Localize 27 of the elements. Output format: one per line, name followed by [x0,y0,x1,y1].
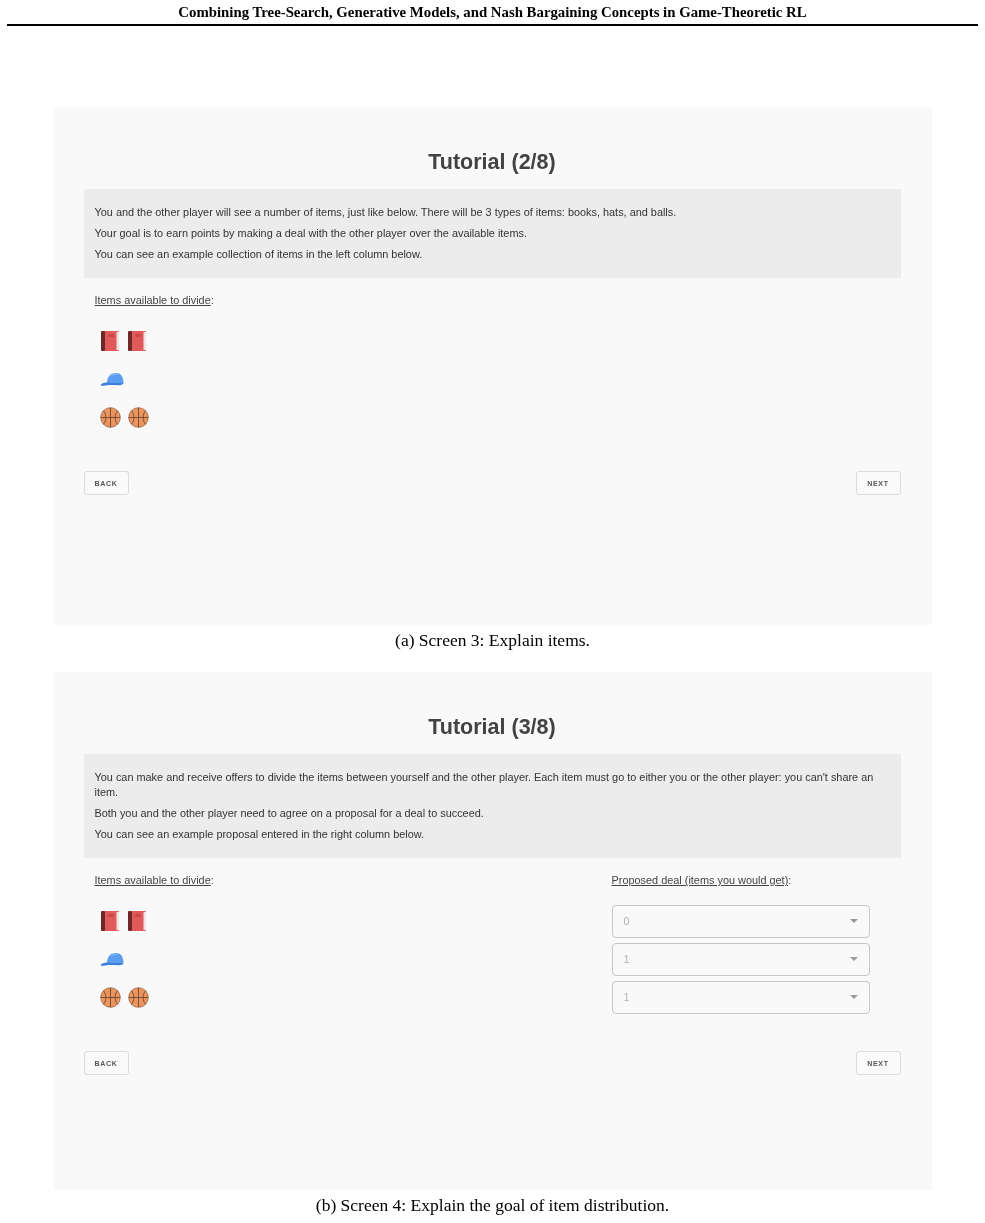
caret-icon [849,995,858,999]
basketball-icon [99,406,121,428]
basketball-icon [127,986,149,1008]
instruction-text: You can see an example proposal entered in the right column below. [94,827,426,842]
instruction-text: You can make and receive offers to divide the items between yourself and the other player. Each item must go to either you or the other player: you can't share an item. [94,770,875,800]
basketball-icon [127,406,149,428]
cap-icon [99,371,124,387]
instruction-text: You and the other player will see a number of items, just like below. There will be 3 types of items: books, hats, and balls. [94,205,678,220]
proposal-label: Proposed deal (items you would get): [611,873,792,888]
figure-caption: (b) Screen 4: Explain the goal of item distribution. [315,1195,670,1215]
screen-title: Tutorial (2/8) [428,150,556,174]
figure-caption: (a) Screen 3: Explain items. [395,630,590,650]
book-icon [126,330,147,352]
instruction-text: Both you and the other player need to agree on a proposal for a deal to succeed. [94,806,485,821]
items-label: Items available to divide: [94,293,214,308]
basketball-icon [99,986,121,1008]
paper-header-title: Combining Tree-Search, Generative Models, and Nash Bargaining Concepts in Game-Theoretic RL [178,4,807,21]
cap-icon [99,951,124,967]
instruction-text: You can see an example collection of items in the left column below. [94,247,424,262]
instruction-text: Your goal is to earn points by making a deal with the other player over the available items. [94,226,528,241]
caret-icon [849,919,858,923]
caret-icon [849,957,858,961]
book-icon [126,910,147,932]
items-label: Items available to divide: [94,873,214,888]
screen-title: Tutorial (3/8) [428,715,556,739]
book-icon [99,910,120,932]
book-icon [99,330,120,352]
